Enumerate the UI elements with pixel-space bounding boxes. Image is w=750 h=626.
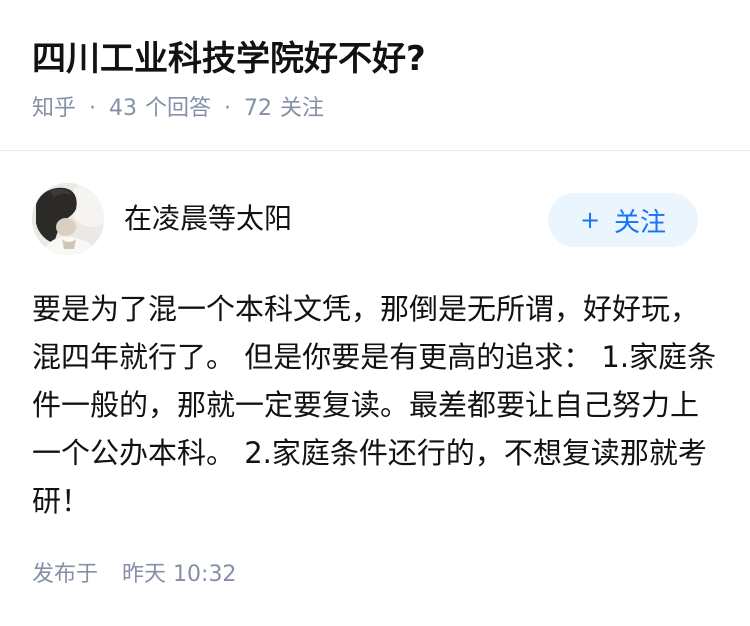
question-header: 四川工业科技学院好不好? 知乎 · 43 个回答 · 72 关注 xyxy=(0,0,750,151)
author-name[interactable]: 在凌晨等太阳 xyxy=(124,199,292,239)
answer-time: 发布于 昨天 10:32 xyxy=(32,558,236,592)
plus-icon: + xyxy=(579,206,601,234)
follow-count-label: 关注 xyxy=(280,96,325,121)
avatar-image xyxy=(32,183,104,255)
answer-author: 在凌晨等太阳 + 关注 xyxy=(32,183,718,257)
avatar[interactable] xyxy=(32,183,104,255)
answer-count: 43 xyxy=(109,96,138,121)
question-meta: 知乎 · 43 个回答 · 72 关注 xyxy=(32,93,324,125)
published-day: 昨天 xyxy=(122,562,167,587)
meta-separator: · xyxy=(224,96,232,121)
follow-button-label: 关注 xyxy=(614,207,667,238)
question-title[interactable]: 四川工业科技学院好不好? xyxy=(32,34,426,84)
follow-count: 72 xyxy=(244,96,273,121)
follow-button[interactable]: + 关注 xyxy=(548,193,698,247)
published-label: 发布于 xyxy=(32,562,99,587)
answer-count-label: 个回答 xyxy=(145,96,212,121)
meta-separator: · xyxy=(89,96,97,121)
published-time: 10:32 xyxy=(173,562,237,587)
question-source[interactable]: 知乎 xyxy=(32,93,76,125)
answer-content[interactable]: 要是为了混一个本科文凭，那倒是无所谓，好好玩，混四年就行了。 但是你要是有更高的… xyxy=(32,285,722,525)
